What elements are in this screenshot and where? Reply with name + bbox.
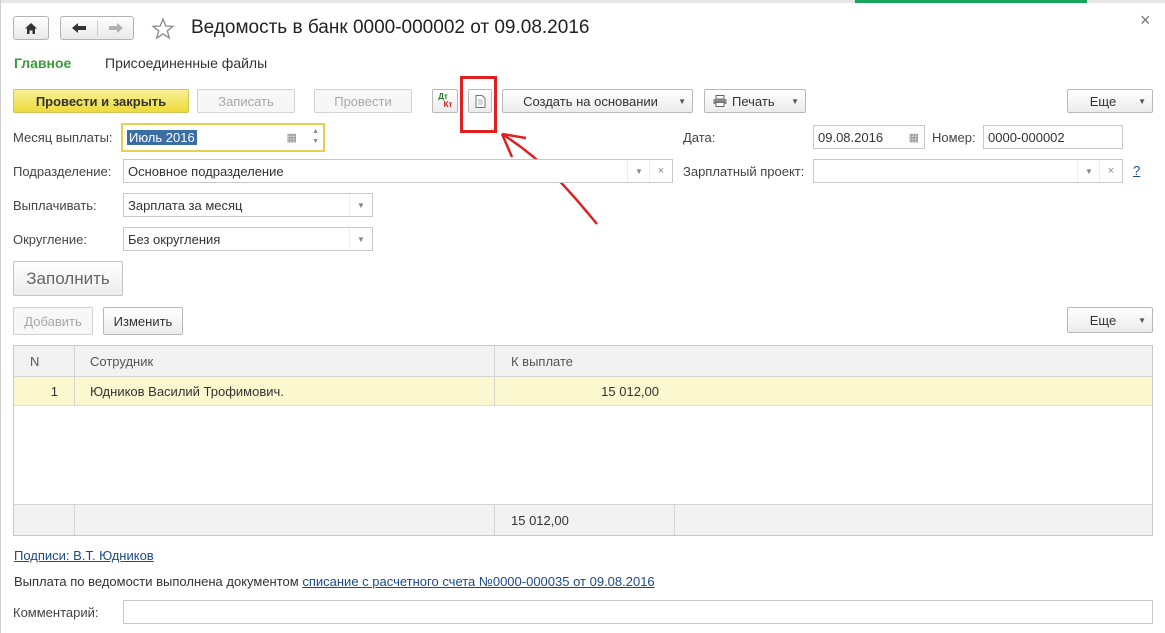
pay-field[interactable]: Зарплата за месяц ▼: [123, 193, 373, 217]
department-field[interactable]: Основное подразделение ▼ ×: [123, 159, 673, 183]
printer-icon: [713, 95, 727, 107]
history-nav: [60, 16, 134, 40]
date-value: 09.08.2016: [818, 129, 884, 145]
dropdown-icon: ▼: [678, 96, 686, 106]
post-button[interactable]: Провести: [314, 89, 412, 113]
comment-label: Комментарий:: [13, 605, 99, 620]
arrow-right-icon: [109, 23, 123, 33]
add-button[interactable]: Добавить: [13, 307, 93, 335]
back-button[interactable]: [61, 17, 97, 39]
table-more-label: Еще: [1089, 312, 1117, 328]
row-number: 1: [50, 383, 58, 399]
edit-button[interactable]: Изменить: [103, 307, 183, 335]
number-value: 0000-000002: [988, 129, 1065, 145]
chevron-down-icon[interactable]: ▼: [349, 194, 372, 216]
star-icon: [151, 17, 175, 40]
print-button[interactable]: Печать ▼: [704, 89, 806, 113]
chevron-down-icon[interactable]: ▼: [349, 228, 372, 250]
rounding-value: Без округления: [128, 231, 221, 247]
table-more-button[interactable]: Еще ▼: [1067, 307, 1153, 333]
column-header-amount[interactable]: К выплате: [511, 346, 573, 376]
table-footer: 15 012,00: [14, 504, 1152, 535]
close-icon[interactable]: ×: [1140, 10, 1151, 31]
number-field[interactable]: 0000-000002: [983, 125, 1123, 149]
calendar-icon[interactable]: ▦: [287, 131, 297, 144]
total-amount: 15 012,00: [511, 512, 569, 528]
date-label: Дата:: [683, 130, 716, 145]
column-divider: [674, 504, 675, 535]
save-button[interactable]: Записать: [197, 89, 295, 113]
chevron-down-icon[interactable]: ▼: [627, 160, 650, 182]
signatures-link[interactable]: Подписи: В.Т. Юдников: [14, 548, 154, 563]
tab-main[interactable]: Главное: [14, 55, 71, 71]
salary-project-field[interactable]: ▼ ×: [813, 159, 1123, 183]
spin-icon[interactable]: ▲ ▼: [312, 127, 319, 147]
row-amount: 15 012,00: [601, 383, 659, 399]
home-button[interactable]: [13, 16, 49, 40]
kt-label: Кт: [443, 100, 453, 109]
window-border: [0, 0, 1, 633]
forward-button[interactable]: [98, 17, 134, 39]
post-and-close-button[interactable]: Провести и закрыть: [13, 89, 189, 113]
row-employee: Юдников Василий Трофимович.: [90, 383, 284, 399]
table-header: N Сотрудник К выплате: [14, 346, 1152, 377]
payment-document-link[interactable]: списание с расчетного счета №0000-000035…: [302, 574, 654, 589]
active-tab-indicator: [855, 0, 1087, 3]
month-field[interactable]: Июль 2016 ▦ ▲ ▼: [121, 123, 325, 152]
clear-icon[interactable]: ×: [1099, 160, 1122, 182]
data-table: N Сотрудник К выплате 1 Юдников Василий …: [13, 345, 1153, 536]
column-divider: [494, 504, 495, 535]
month-label: Месяц выплаты:: [13, 130, 113, 145]
create-based-on-button[interactable]: Создать на основании ▼: [502, 89, 693, 113]
payment-text: Выплата по ведомости выполнена документо…: [14, 574, 299, 589]
column-divider: [74, 346, 75, 406]
payment-info: Выплата по ведомости выполнена документо…: [14, 574, 655, 589]
comment-field[interactable]: [123, 600, 1153, 624]
column-header-n[interactable]: N: [30, 346, 39, 376]
rounding-field[interactable]: Без округления ▼: [123, 227, 373, 251]
clear-icon[interactable]: ×: [649, 160, 672, 182]
number-label: Номер:: [932, 130, 976, 145]
table-row[interactable]: 1 Юдников Василий Трофимович. 15 012,00: [14, 377, 1152, 406]
column-divider: [74, 504, 75, 535]
salary-project-label: Зарплатный проект:: [683, 164, 805, 179]
column-header-employee[interactable]: Сотрудник: [90, 346, 153, 376]
more-button[interactable]: Еще ▼: [1067, 89, 1153, 113]
department-label: Подразделение:: [13, 164, 112, 179]
month-value: Июль 2016: [127, 130, 197, 145]
fill-button[interactable]: Заполнить: [13, 261, 123, 296]
home-icon: [25, 22, 37, 34]
tab-attached-files[interactable]: Присоединенные файлы: [105, 55, 267, 71]
more-label: Еще: [1089, 93, 1117, 109]
column-divider: [494, 346, 495, 406]
arrow-left-icon: [72, 23, 86, 33]
help-link[interactable]: ?: [1133, 163, 1140, 178]
dropdown-icon: ▼: [791, 96, 799, 106]
chevron-down-icon[interactable]: ▼: [1077, 160, 1100, 182]
create-based-on-label: Создать на основании: [523, 93, 658, 109]
pay-value: Зарплата за месяц: [128, 197, 243, 213]
dropdown-icon: ▼: [1138, 315, 1146, 325]
pay-label: Выплачивать:: [13, 198, 97, 213]
department-value: Основное подразделение: [128, 163, 284, 179]
print-label: Печать: [732, 93, 775, 109]
rounding-label: Округление:: [13, 232, 87, 247]
page-title: Ведомость в банк 0000-000002 от 09.08.20…: [191, 17, 590, 38]
date-field[interactable]: 09.08.2016 ▦: [813, 125, 925, 149]
dropdown-icon: ▼: [1138, 96, 1146, 106]
dt-kt-button[interactable]: Дт Кт: [432, 89, 458, 113]
calendar-icon[interactable]: ▦: [909, 131, 919, 144]
favorite-button[interactable]: [151, 17, 175, 41]
